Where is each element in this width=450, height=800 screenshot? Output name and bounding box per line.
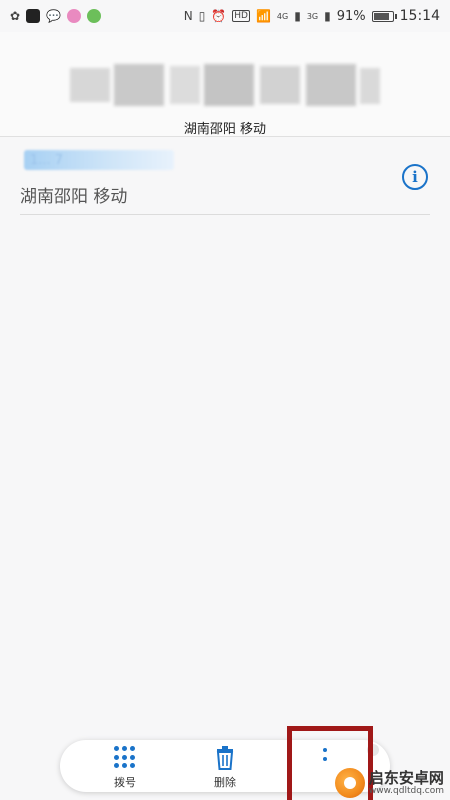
battery-icon bbox=[371, 10, 397, 22]
dial-label: 拨号 bbox=[114, 776, 136, 789]
info-icon: i bbox=[412, 168, 418, 186]
hd-icon: HD bbox=[232, 10, 250, 22]
trash-icon bbox=[216, 746, 234, 770]
info-button[interactable]: i bbox=[402, 164, 428, 190]
watermark-name: 启东安卓网 bbox=[368, 769, 444, 787]
flower-app-icon bbox=[67, 9, 82, 23]
alarm-icon: ⏰ bbox=[211, 9, 227, 23]
phone-number-masked bbox=[70, 62, 380, 110]
entry-location: 湖南邵阳 移动 bbox=[20, 187, 128, 207]
wifi-icon: 📶 bbox=[255, 9, 271, 23]
status-left: ✿ 💬 bbox=[10, 9, 102, 23]
status-bar: ✿ 💬 N ▯ ⏰ HD 📶 4G ▮ 3G ▮ 91% 15:14 bbox=[0, 0, 450, 32]
dial-button[interactable]: 拨号 bbox=[90, 742, 160, 790]
delete-label: 删除 bbox=[214, 776, 236, 789]
signal-4g-icon: 4G bbox=[276, 11, 289, 21]
contact-header: 湖南邵阳 移动 bbox=[0, 32, 450, 137]
paw-app-icon: ✿ bbox=[10, 9, 21, 23]
nfc-icon: N bbox=[183, 9, 193, 23]
watermark-url: www.qdltdq.com bbox=[368, 786, 444, 796]
status-right: N ▯ ⏰ HD 📶 4G ▮ 3G ▮ 91% 15:14 bbox=[184, 8, 440, 24]
chat-bubble-icon: 💬 bbox=[46, 9, 62, 23]
signal-bars-icon-2: ▮ bbox=[324, 9, 331, 23]
delete-button[interactable]: 删除 bbox=[190, 742, 260, 790]
signal-3g-icon: 3G bbox=[306, 11, 319, 21]
tiktok-app-icon bbox=[26, 9, 41, 23]
dialpad-icon bbox=[114, 746, 136, 770]
vibrate-icon: ▯ bbox=[198, 9, 206, 23]
entry-number-masked: 1... 7 bbox=[24, 150, 174, 170]
watermark: 启东安卓网 www.qdltdq.com bbox=[334, 768, 444, 798]
camera-app-icon bbox=[87, 9, 102, 23]
watermark-logo-icon bbox=[334, 768, 365, 798]
header-location: 湖南邵阳 移动 bbox=[183, 122, 267, 137]
clock: 15:14 bbox=[399, 8, 440, 24]
signal-bars-icon: ▮ bbox=[294, 9, 301, 23]
call-entry[interactable]: 1... 7 湖南邵阳 移动 i bbox=[20, 146, 430, 215]
battery-percent: 91% bbox=[336, 8, 366, 24]
